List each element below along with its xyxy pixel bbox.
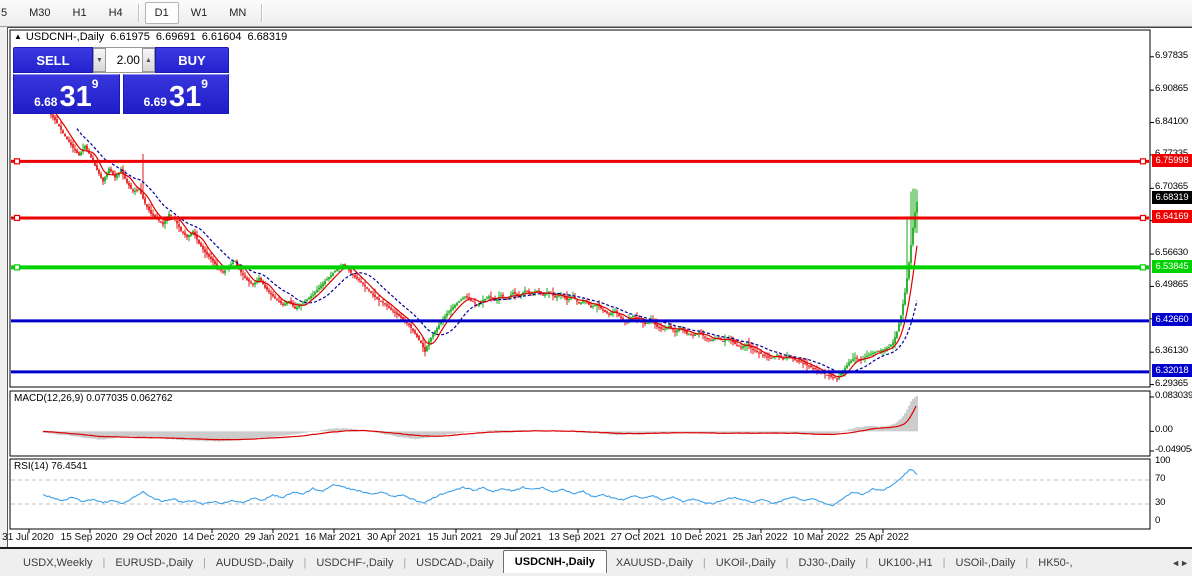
price-tick-label: 6.29365 — [1155, 377, 1188, 389]
symbol-title: USDCNH-,Daily — [25, 31, 105, 43]
ask-pip-digit: 9 — [201, 77, 208, 91]
tab-usdcad-daily[interactable]: USDCAD-,Daily — [407, 552, 503, 574]
date-axis-label: 31 Jul 2020 — [2, 532, 54, 543]
price-tick-label: 6.90865 — [1155, 83, 1188, 95]
rsi-value: 76.4541 — [51, 461, 88, 472]
macd-indicator-label: MACD(12,26,9) 0.077035 0.062762 — [14, 393, 172, 404]
tabs-scroll-arrows: ◄ ► — [1165, 549, 1189, 576]
tab-usoil-daily[interactable]: USOil-,Daily — [947, 552, 1025, 574]
price-line-label[interactable]: 6.64169 — [1152, 210, 1192, 224]
price-line-label[interactable]: 6.32018 — [1152, 364, 1192, 378]
ohlc-close: 6.68319 — [247, 31, 288, 43]
price-tick-label: 6.56630 — [1155, 247, 1188, 259]
current-price-label: 6.68319 — [1152, 190, 1192, 204]
date-axis-label: 10 Dec 2021 — [670, 532, 728, 543]
chart-tabs: USDX,Weekly | EURUSD-,Daily | AUDUSD-,Daily |… — [0, 549, 1192, 576]
ask-prefix: 6.69 — [143, 95, 167, 109]
rsi-indicator-label: RSI(14) 76.4541 — [14, 461, 87, 472]
tab-usdcnh-daily[interactable]: USDCNH-,Daily — [502, 550, 607, 573]
volume-stepper: ▼ ▲ — [92, 47, 155, 73]
price-tick-label: 6.97835 — [1155, 49, 1188, 61]
rsi-tick-label: 70 — [1155, 473, 1166, 484]
bid-pip-digit: 9 — [91, 77, 99, 91]
price-line-label[interactable]: 6.53845 — [1152, 259, 1192, 273]
date-axis-label: 27 Oct 2021 — [610, 532, 666, 543]
date-axis-label: 29 Jul 2021 — [490, 532, 542, 543]
date-axis-label: 29 Oct 2020 — [122, 532, 178, 543]
volume-down-icon[interactable]: ▼ — [92, 48, 106, 72]
buy-button[interactable]: BUY — [154, 47, 229, 73]
rsi-name: RSI(14) — [14, 461, 49, 472]
macd-tick-label: 0.083039 — [1155, 390, 1192, 401]
macd-tick-label: 0.00 — [1155, 424, 1173, 436]
volume-up-icon[interactable]: ▲ — [141, 48, 155, 72]
price-line-label[interactable]: 6.42660 — [1152, 313, 1192, 327]
date-axis-label: 13 Sep 2021 — [548, 532, 606, 543]
ask-big-digits: 31 — [168, 81, 202, 113]
price-tick-label: 6.84100 — [1155, 115, 1188, 127]
ask-price-button[interactable]: 6.69 31 9 — [122, 74, 229, 114]
sell-button[interactable]: SELL — [13, 47, 93, 73]
tab-audusd-daily[interactable]: AUDUSD-,Daily — [207, 552, 303, 574]
volume-input[interactable] — [105, 48, 142, 72]
date-axis-label: 30 Apr 2021 — [367, 532, 421, 543]
bid-price-button[interactable]: 6.68 31 9 — [13, 74, 120, 114]
tab-dj30-daily[interactable]: DJ30-,Daily — [790, 552, 865, 574]
price-tick-label: 6.49865 — [1155, 279, 1188, 291]
tab-uk100-h1[interactable]: UK100-,H1 — [869, 552, 941, 574]
collapse-icon[interactable]: ▲ — [14, 32, 22, 41]
tab-usdchf-daily[interactable]: USDCHF-,Daily — [307, 552, 402, 574]
ohlc-high: 6.69691 — [155, 31, 196, 43]
rsi-tick-label: 0 — [1155, 515, 1161, 526]
date-axis-label: 10 Mar 2022 — [792, 532, 850, 543]
price-line-label[interactable]: 6.75998 — [1152, 153, 1192, 167]
date-axis-label: 15 Jun 2021 — [427, 532, 483, 543]
mt4-window: 5 M30 H1 H4 D1 W1 MN ▲ USDCNH-,Daily 6.61975 6.69… — [0, 0, 1192, 576]
price-tick-label: 6.36130 — [1155, 345, 1188, 357]
macd-name: MACD(12,26,9) — [14, 393, 84, 404]
date-axis-label: 29 Jan 2021 — [244, 532, 300, 543]
tabs-scroll-right-icon[interactable]: ► — [1180, 558, 1189, 568]
date-axis-label: 25 Apr 2022 — [855, 532, 909, 543]
tab-xauusd-daily[interactable]: XAUUSD-,Daily — [607, 552, 702, 574]
tab-hk50-[interactable]: HK50-, — [1029, 552, 1081, 574]
tabs-scroll-left-icon[interactable]: ◄ — [1171, 558, 1180, 568]
date-axis-label: 16 Mar 2021 — [304, 532, 362, 543]
tab-ukoil-daily[interactable]: UKOil-,Daily — [707, 552, 785, 574]
ohlc-open: 6.61975 — [110, 31, 150, 43]
tab-eurusd-daily[interactable]: EURUSD-,Daily — [106, 552, 202, 574]
one-click-trading-panel: SELL ▼ ▲ BUY 6.68 31 9 6.69 31 9 — [13, 47, 229, 114]
date-axis-label: 14 Dec 2020 — [182, 532, 240, 543]
chart-title: ▲ USDCNH-,Daily 6.61975 6.69691 6.61604 6.683… — [14, 31, 287, 43]
rsi-tick-label: 100 — [1155, 455, 1171, 466]
date-axis-label: 15 Sep 2020 — [60, 532, 118, 543]
tab-usdx-weekly[interactable]: USDX,Weekly — [14, 552, 101, 574]
macd-values: 0.077035 0.062762 — [86, 393, 173, 404]
rsi-tick-label: 30 — [1155, 497, 1166, 508]
ohlc-low: 6.61604 — [201, 31, 242, 43]
bid-prefix: 6.68 — [34, 95, 58, 109]
macd-tick-label: -0.049054 — [1155, 444, 1192, 455]
chart-window: ▲ USDCNH-,Daily 6.61975 6.69691 6.61604 6.683… — [7, 27, 1192, 550]
bid-big-digits: 31 — [59, 81, 92, 113]
date-axis-label: 25 Jan 2022 — [732, 532, 788, 543]
